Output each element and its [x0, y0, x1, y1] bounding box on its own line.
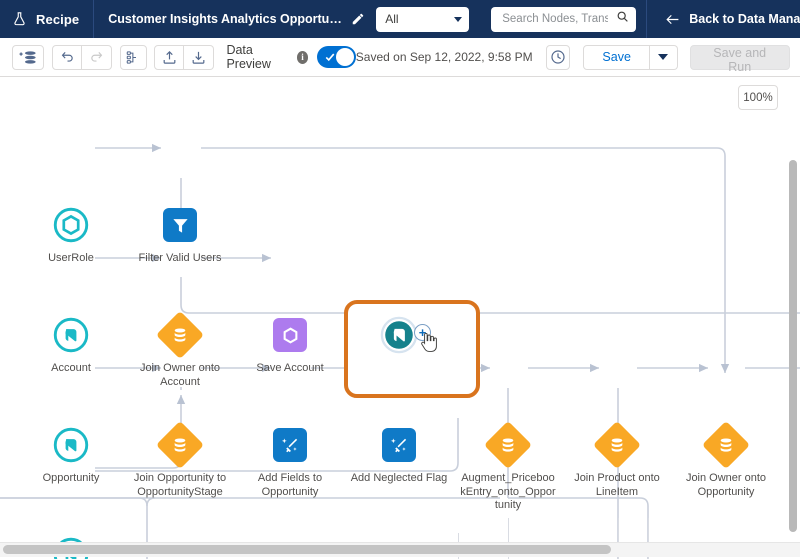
node-join-owner-onto-account[interactable]: Join Owner onto Account	[125, 310, 235, 389]
node-label: Save Account	[256, 362, 324, 374]
source-leaf-icon	[16, 314, 126, 356]
recipe-title-section: Customer Insights Analytics Opportunity …	[94, 0, 646, 38]
join-node-icon	[125, 420, 235, 470]
back-button-label: Back to Data Manager	[689, 12, 800, 26]
node-label: Account	[51, 362, 91, 374]
node-tree-button[interactable]	[119, 44, 147, 70]
node-join-owner-onto-opportunity[interactable]: Join Owner onto Opportunity	[671, 420, 781, 499]
add-node-button[interactable]	[12, 44, 45, 70]
node-label: Add Fields to Opportunity	[257, 472, 323, 498]
transform-node-icon	[235, 424, 345, 466]
save-button-group: Save	[583, 44, 678, 70]
filter-node-icon	[125, 204, 235, 246]
node-account[interactable]: Account	[16, 314, 126, 376]
page-title: Customer Insights Analytics Opportunity …	[108, 12, 345, 26]
node-label: Join Owner onto Account	[139, 362, 221, 388]
undo-button[interactable]	[52, 44, 83, 70]
join-node-icon	[562, 420, 672, 470]
undo-redo-group	[52, 44, 113, 70]
recipe-builder-app: Recipe Customer Insights Analytics Oppor…	[0, 0, 800, 559]
cursor-pointer-icon	[421, 333, 437, 352]
recipe-canvas[interactable]: 100% UserRole Filter Valid Users Account…	[0, 78, 800, 559]
node-label: Join Opportunity to OpportunityStage	[133, 472, 227, 498]
join-node-icon	[125, 310, 235, 360]
source-hex-outline-icon	[16, 204, 126, 246]
node-label: UserRole	[48, 252, 94, 264]
redo-button	[82, 44, 113, 70]
join-node-icon	[453, 420, 563, 470]
run-history-button[interactable]	[545, 44, 571, 70]
chevron-down-icon	[658, 54, 669, 60]
search-nodes-box[interactable]	[491, 6, 637, 32]
search-icon[interactable]	[616, 10, 629, 28]
upload-button[interactable]	[154, 44, 185, 70]
toggle-knob	[335, 48, 354, 66]
import-export-group	[154, 44, 215, 70]
search-input[interactable]	[500, 12, 611, 26]
source-leaf-selected-icon	[344, 314, 454, 356]
node-augment-pricebookentry-onto-opportunity[interactable]: Augment_Priceboo kEntry_onto_Oppor tunit…	[453, 420, 563, 513]
transform-node-icon	[344, 424, 454, 466]
node-userrole[interactable]: UserRole	[16, 204, 126, 266]
node-join-product-onto-lineitem[interactable]: Join Product onto LineItem	[562, 420, 672, 499]
horizontal-scrollbar[interactable]	[3, 545, 611, 554]
info-icon[interactable]: i	[296, 50, 309, 64]
object-filter-value: All	[385, 12, 399, 26]
global-header: Recipe Customer Insights Analytics Oppor…	[0, 0, 800, 38]
node-label: Add Neglected Flag	[350, 472, 448, 484]
source-leaf-icon	[16, 424, 126, 466]
node-reseller-account-plan[interactable]	[344, 314, 454, 362]
pencil-icon[interactable]	[351, 12, 365, 26]
node-label: Filter Valid Users	[138, 252, 222, 264]
saved-timestamp: Saved on Sep 12, 2022, 9:58 PM	[355, 50, 533, 64]
node-add-fields-to-opportunity[interactable]: Add Fields to Opportunity	[235, 424, 345, 499]
node-join-opportunity-to-opportunitystage[interactable]: Join Opportunity to OpportunityStage	[125, 420, 235, 499]
data-preview-label: Data Preview	[226, 43, 271, 71]
flask-icon	[12, 11, 27, 27]
download-button[interactable]	[184, 44, 215, 70]
app-branding: Recipe	[0, 0, 93, 38]
save-options-button[interactable]	[649, 44, 678, 70]
node-label: Augment_Priceboo kEntry_onto_Oppor tunit…	[460, 472, 556, 511]
save-button[interactable]: Save	[583, 44, 650, 70]
node-add-neglected-flag[interactable]: Add Neglected Flag	[344, 424, 454, 486]
join-node-icon	[671, 420, 781, 470]
app-label: Recipe	[36, 11, 80, 27]
node-label: Opportunity	[42, 472, 100, 484]
node-save-account[interactable]: Save Account	[235, 314, 345, 376]
back-to-data-manager-button[interactable]: Back to Data Manager	[647, 0, 800, 38]
output-node-icon	[235, 314, 345, 356]
object-filter-select[interactable]: All	[376, 6, 470, 32]
arrow-left-icon	[665, 13, 680, 26]
recipe-toolbar: Data Preview i Saved on Sep 12, 2022, 9:…	[0, 38, 800, 77]
chevron-down-icon	[454, 16, 463, 22]
data-preview-toggle[interactable]	[317, 46, 356, 68]
zoom-level-indicator[interactable]: 100%	[738, 85, 778, 110]
node-opportunity[interactable]: Opportunity	[16, 424, 126, 486]
node-filter-valid-users[interactable]: Filter Valid Users	[125, 204, 235, 266]
save-and-run-button: Save and Run	[689, 44, 790, 74]
node-label: Join Owner onto Opportunity	[685, 472, 767, 498]
vertical-scrollbar[interactable]	[789, 160, 797, 532]
node-label: Join Product onto LineItem	[574, 472, 660, 498]
